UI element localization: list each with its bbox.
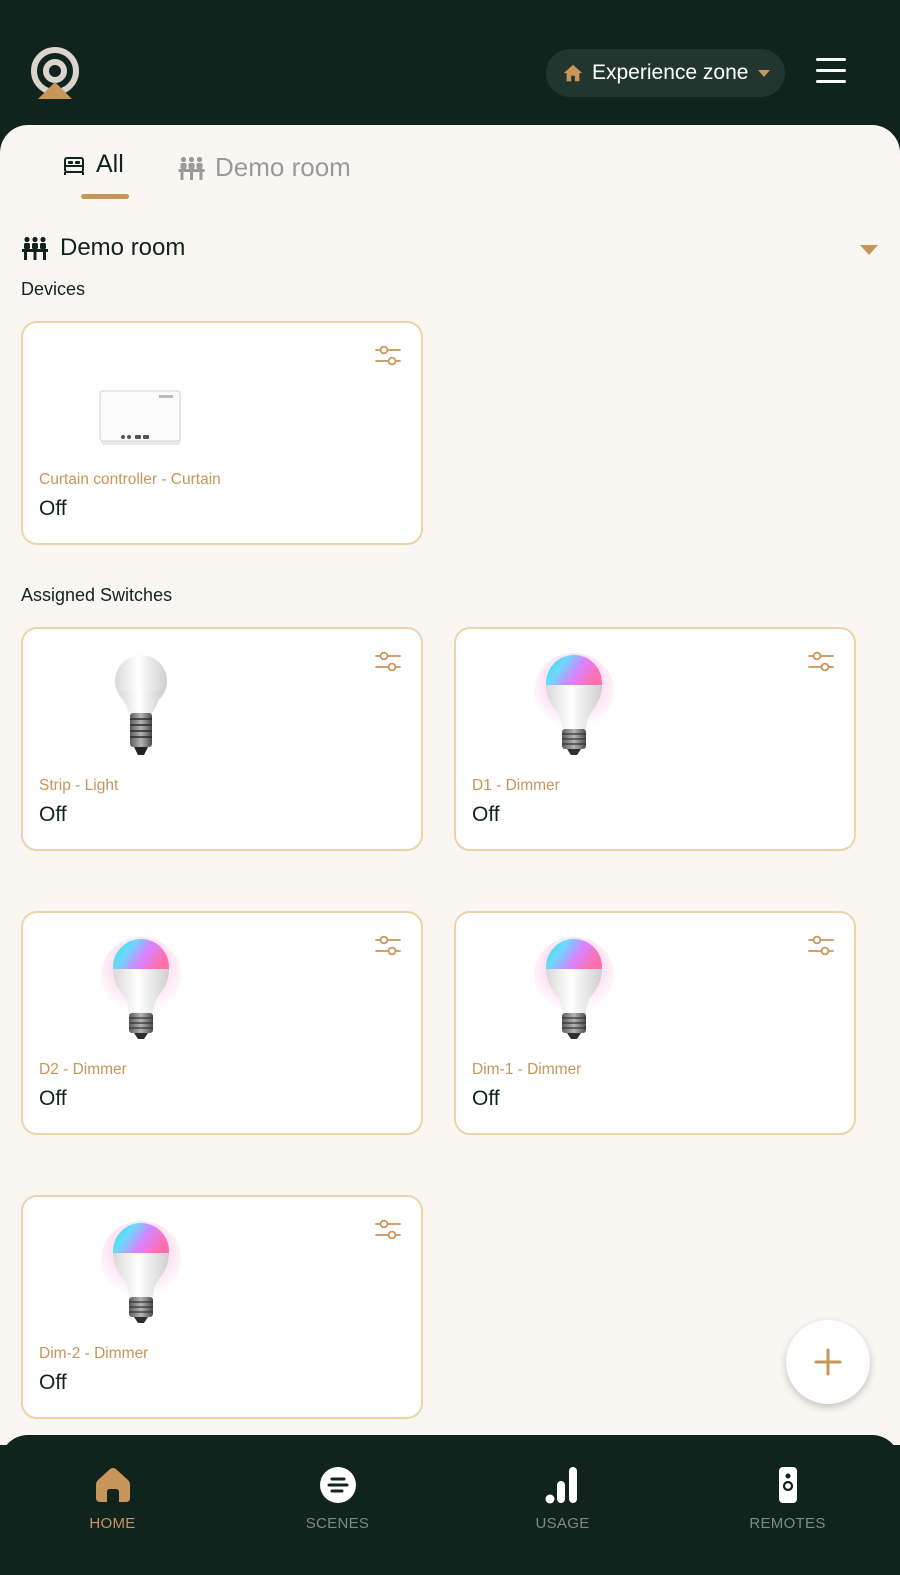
assigned-switches-label: Assigned Switches (21, 585, 173, 605)
rgb-bulb-icon (532, 935, 616, 1047)
switch-state: Off (472, 1087, 500, 1110)
app-logo-icon (31, 47, 79, 99)
active-tab-indicator (81, 194, 129, 199)
settings-sliders-icon[interactable] (375, 1219, 401, 1241)
room-title: Demo room (60, 234, 186, 261)
switch-name: D1 - Dimmer (472, 777, 560, 794)
white-bulb-icon (99, 651, 183, 763)
tab-all-label: All (96, 150, 124, 178)
zone-selector-button[interactable]: Experience zone (546, 49, 785, 97)
nav-scenes-label: SCENES (305, 1515, 370, 1532)
switch-card[interactable]: Dim-1 - Dimmer Off (454, 911, 856, 1135)
chevron-down-icon (758, 69, 771, 77)
device-card[interactable]: Curtain controller - Curtain Off (21, 321, 423, 545)
tab-demo-room-label: Demo room (215, 152, 351, 182)
usage-bars-icon (545, 1467, 577, 1504)
switch-name: D2 - Dimmer (39, 1061, 127, 1078)
home-icon (563, 64, 583, 82)
nav-remotes-label: REMOTES (749, 1515, 826, 1532)
add-button[interactable] (786, 1320, 870, 1404)
tab-all[interactable]: All (62, 150, 124, 179)
nav-home[interactable]: HOME (0, 1435, 225, 1575)
zone-selector-label: Experience zone (592, 61, 749, 84)
switch-card[interactable]: Strip - Light Off (21, 627, 423, 851)
plus-icon (814, 1348, 842, 1376)
nav-scenes[interactable]: SCENES (225, 1435, 450, 1575)
devices-label: Devices (21, 279, 86, 299)
settings-sliders-icon[interactable] (375, 935, 401, 957)
curtain-controller-icon (99, 390, 181, 445)
tab-demo-room[interactable]: Demo room (178, 152, 351, 183)
device-name: Curtain controller - Curtain (39, 471, 221, 488)
nav-home-label: HOME (89, 1515, 136, 1532)
rgb-bulb-icon (99, 935, 183, 1047)
device-state: Off (39, 497, 67, 520)
switch-state: Off (39, 1371, 67, 1394)
home-icon (95, 1468, 130, 1502)
rgb-bulb-icon (99, 1219, 183, 1331)
switch-state: Off (39, 1087, 67, 1110)
nav-usage-label: USAGE (535, 1515, 590, 1532)
bed-icon (64, 156, 84, 175)
switch-name: Dim-1 - Dimmer (472, 1061, 582, 1078)
rgb-bulb-icon (532, 651, 616, 763)
settings-sliders-icon[interactable] (808, 935, 834, 957)
settings-sliders-icon[interactable] (375, 345, 401, 367)
remote-icon (778, 1467, 797, 1503)
switch-state: Off (472, 803, 500, 826)
meeting-room-icon (178, 156, 205, 180)
switch-card[interactable]: D1 - Dimmer Off (454, 627, 856, 851)
nav-remotes[interactable]: REMOTES (675, 1435, 900, 1575)
settings-sliders-icon[interactable] (375, 651, 401, 673)
collapse-caret-icon[interactable] (860, 245, 878, 255)
switch-card[interactable]: Dim-2 - Dimmer Off (21, 1195, 423, 1419)
switch-card[interactable]: D2 - Dimmer Off (21, 911, 423, 1135)
top-app-bar: Experience zone (0, 0, 900, 126)
bottom-navigation: HOME SCENES USAGE REMOTES (0, 1435, 900, 1575)
switch-name: Dim-2 - Dimmer (39, 1345, 149, 1362)
scenes-icon (319, 1467, 356, 1503)
switch-state: Off (39, 803, 67, 826)
switch-name: Strip - Light (39, 777, 119, 794)
room-section-header[interactable]: Demo room (22, 234, 882, 262)
meeting-room-icon (22, 236, 48, 260)
settings-sliders-icon[interactable] (808, 651, 834, 673)
hamburger-menu-icon[interactable] (816, 58, 846, 86)
nav-usage[interactable]: USAGE (450, 1435, 675, 1575)
